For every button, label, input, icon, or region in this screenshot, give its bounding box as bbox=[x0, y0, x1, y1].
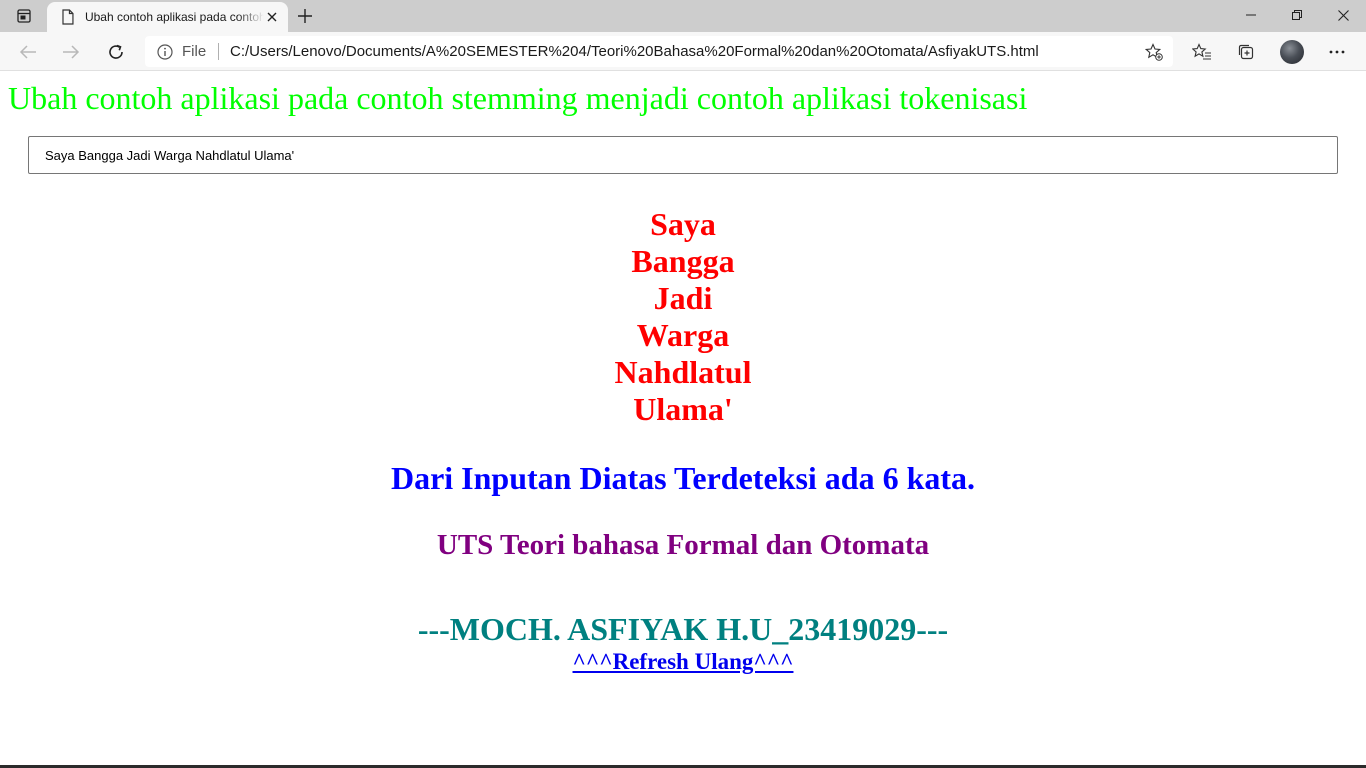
favorites-icon bbox=[1192, 43, 1211, 60]
close-window-button[interactable] bbox=[1320, 0, 1366, 30]
tab-actions-button[interactable] bbox=[8, 5, 40, 27]
page-content: Ubah contoh aplikasi pada contoh stemmin… bbox=[0, 72, 1366, 766]
collections-icon bbox=[1238, 44, 1254, 60]
restore-icon bbox=[1292, 10, 1302, 20]
close-icon bbox=[267, 12, 277, 22]
more-icon bbox=[1329, 50, 1345, 54]
scheme-label: File bbox=[182, 43, 207, 60]
forward-button[interactable] bbox=[56, 37, 86, 67]
refresh-icon bbox=[109, 44, 123, 59]
browser-toolbar: File C:/Users/Lenovo/Documents/A%20SEMES… bbox=[0, 32, 1366, 71]
token-item: Nahdlatul bbox=[614, 354, 752, 390]
refresh-link[interactable]: ^^^Refresh Ulang^^^ bbox=[573, 649, 794, 674]
page-icon bbox=[62, 9, 74, 25]
token-item: Jadi bbox=[653, 280, 713, 316]
arrow-left-icon bbox=[19, 45, 36, 59]
close-icon bbox=[1337, 9, 1349, 21]
collections-button[interactable] bbox=[1231, 37, 1261, 67]
sentence-input[interactable] bbox=[28, 136, 1338, 174]
arrow-right-icon bbox=[63, 45, 80, 59]
token-list: Saya Bangga Jadi Warga Nahdlatul Ulama' bbox=[0, 206, 1366, 428]
plus-icon bbox=[298, 9, 312, 23]
address-bar[interactable]: File C:/Users/Lenovo/Documents/A%20SEMES… bbox=[145, 36, 1173, 67]
token-item: Ulama' bbox=[633, 391, 733, 427]
refresh-button[interactable] bbox=[101, 37, 131, 67]
add-favorite-icon[interactable] bbox=[1145, 43, 1163, 61]
minimize-icon bbox=[1246, 14, 1256, 16]
new-tab-button[interactable] bbox=[293, 5, 317, 27]
author-credit: ---MOCH. ASFIYAK H.U_23419029--- bbox=[417, 611, 949, 647]
profile-button[interactable] bbox=[1277, 37, 1307, 67]
exam-subtitle: UTS Teori bahasa Formal dan Otomata bbox=[436, 529, 930, 561]
tab-strip: Ubah contoh aplikasi pada contoh stemmin… bbox=[0, 0, 1366, 32]
back-button[interactable] bbox=[13, 37, 43, 67]
favorites-button[interactable] bbox=[1187, 37, 1217, 67]
token-item: Saya bbox=[650, 206, 716, 242]
info-icon[interactable] bbox=[157, 44, 173, 60]
settings-menu-button[interactable] bbox=[1322, 37, 1352, 67]
tab-actions-icon bbox=[17, 9, 31, 23]
tab-close-button[interactable] bbox=[264, 9, 280, 25]
token-item: Warga bbox=[636, 317, 730, 353]
minimize-button[interactable] bbox=[1228, 0, 1274, 30]
word-count-result: Dari Inputan Diatas Terdeteksi ada 6 kat… bbox=[390, 460, 976, 496]
address-separator bbox=[218, 43, 219, 60]
tab-title: Ubah contoh aplikasi pada contoh stemmin… bbox=[84, 10, 265, 24]
restore-button[interactable] bbox=[1274, 0, 1320, 30]
active-tab[interactable]: Ubah contoh aplikasi pada contoh stemmin… bbox=[47, 2, 288, 32]
page-title: Ubah contoh aplikasi pada contoh stemmin… bbox=[8, 80, 1028, 116]
avatar bbox=[1280, 40, 1304, 64]
url-text[interactable]: C:/Users/Lenovo/Documents/A%20SEMESTER%2… bbox=[230, 43, 1039, 60]
token-item: Bangga bbox=[631, 243, 735, 279]
